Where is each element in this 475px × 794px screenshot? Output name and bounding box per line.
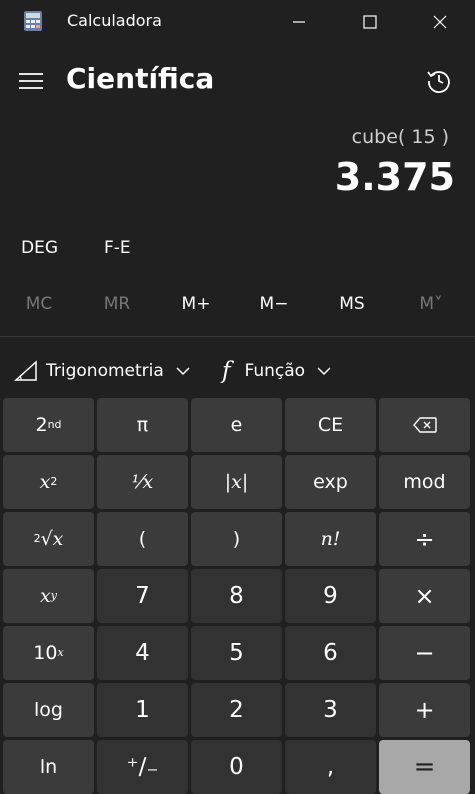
memory-clear-button[interactable]: MC <box>0 284 78 324</box>
digit-3-button[interactable]: 3 <box>285 683 376 737</box>
close-button[interactable] <box>410 0 470 44</box>
decimal-separator-button[interactable]: , <box>285 740 376 794</box>
mod-button[interactable]: mod <box>379 455 470 509</box>
memory-add-button[interactable]: M+ <box>157 284 235 324</box>
square-root-button[interactable]: 2 √x <box>3 512 94 566</box>
right-paren-button[interactable]: ) <box>191 512 282 566</box>
function-dropdown[interactable]: f Função <box>222 352 331 390</box>
ten-power-button[interactable]: 10 x <box>3 626 94 680</box>
pi-button[interactable]: π <box>97 398 188 452</box>
history-icon <box>427 71 450 93</box>
digit-9-button[interactable]: 9 <box>285 569 376 623</box>
memory-row: MC MR M+ M− MS M˅ <box>0 284 475 324</box>
divider <box>0 336 475 337</box>
history-button[interactable] <box>425 67 453 95</box>
chevron-down-icon <box>317 367 331 376</box>
digit-2-button[interactable]: 2 <box>191 683 282 737</box>
function-label: Função <box>244 361 306 381</box>
natural-log-button[interactable]: ln <box>3 740 94 794</box>
second-function-button[interactable]: 2nd <box>3 398 94 452</box>
expression-display: cube( 15 ) <box>351 126 449 148</box>
memory-store-button[interactable]: MS <box>313 284 391 324</box>
digit-7-button[interactable]: 7 <box>97 569 188 623</box>
equals-button[interactable]: = <box>379 740 470 794</box>
trigonometry-label: Trigonometria <box>46 361 164 381</box>
add-button[interactable]: + <box>379 683 470 737</box>
digit-0-button[interactable]: 0 <box>191 740 282 794</box>
digit-8-button[interactable]: 8 <box>191 569 282 623</box>
result-display: 3.375 <box>334 155 455 199</box>
memory-subtract-button[interactable]: M− <box>235 284 313 324</box>
log-button[interactable]: log <box>3 683 94 737</box>
function-f-icon: f <box>222 358 231 384</box>
negate-button[interactable]: ⁺∕₋ <box>97 740 188 794</box>
divide-button[interactable]: ÷ <box>379 512 470 566</box>
angle-unit-button[interactable]: DEG <box>21 238 58 258</box>
close-icon <box>433 15 447 29</box>
square-button[interactable]: x2 <box>3 455 94 509</box>
clear-entry-button[interactable]: CE <box>285 398 376 452</box>
factorial-button[interactable]: n! <box>285 512 376 566</box>
exp-button[interactable]: exp <box>285 455 376 509</box>
digit-4-button[interactable]: 4 <box>97 626 188 680</box>
triangle-ruler-icon <box>14 360 37 381</box>
memory-recall-button[interactable]: MR <box>78 284 156 324</box>
absolute-value-button[interactable]: |x| <box>191 455 282 509</box>
maximize-button[interactable] <box>340 0 400 44</box>
trigonometry-dropdown[interactable]: Trigonometria <box>14 352 190 390</box>
mode-title: Científica <box>66 62 215 95</box>
function-toolbar: Trigonometria f Função <box>0 352 475 390</box>
subtract-button[interactable]: − <box>379 626 470 680</box>
maximize-icon <box>363 15 377 29</box>
digit-5-button[interactable]: 5 <box>191 626 282 680</box>
minimize-icon <box>293 21 305 23</box>
chevron-down-icon <box>176 367 190 376</box>
reciprocal-button[interactable]: ⅟x <box>97 455 188 509</box>
navigation-menu-button[interactable] <box>19 70 43 92</box>
calculator-app-icon <box>24 11 42 31</box>
digit-1-button[interactable]: 1 <box>97 683 188 737</box>
memory-list-button[interactable]: M˅ <box>392 284 470 324</box>
minimize-button[interactable] <box>269 0 329 44</box>
backspace-icon <box>412 417 437 433</box>
fe-toggle-button[interactable]: F-E <box>104 238 131 258</box>
keypad: 2nd π e CE x2 ⅟x |x| exp mod 2 √x ( ) n! … <box>3 398 473 794</box>
title-bar: Calculadora <box>0 0 475 44</box>
backspace-button[interactable] <box>379 398 470 452</box>
left-paren-button[interactable]: ( <box>97 512 188 566</box>
power-button[interactable]: xy <box>3 569 94 623</box>
window-title: Calculadora <box>67 11 162 30</box>
euler-button[interactable]: e <box>191 398 282 452</box>
multiply-button[interactable]: × <box>379 569 470 623</box>
hamburger-icon <box>19 73 43 89</box>
digit-6-button[interactable]: 6 <box>285 626 376 680</box>
